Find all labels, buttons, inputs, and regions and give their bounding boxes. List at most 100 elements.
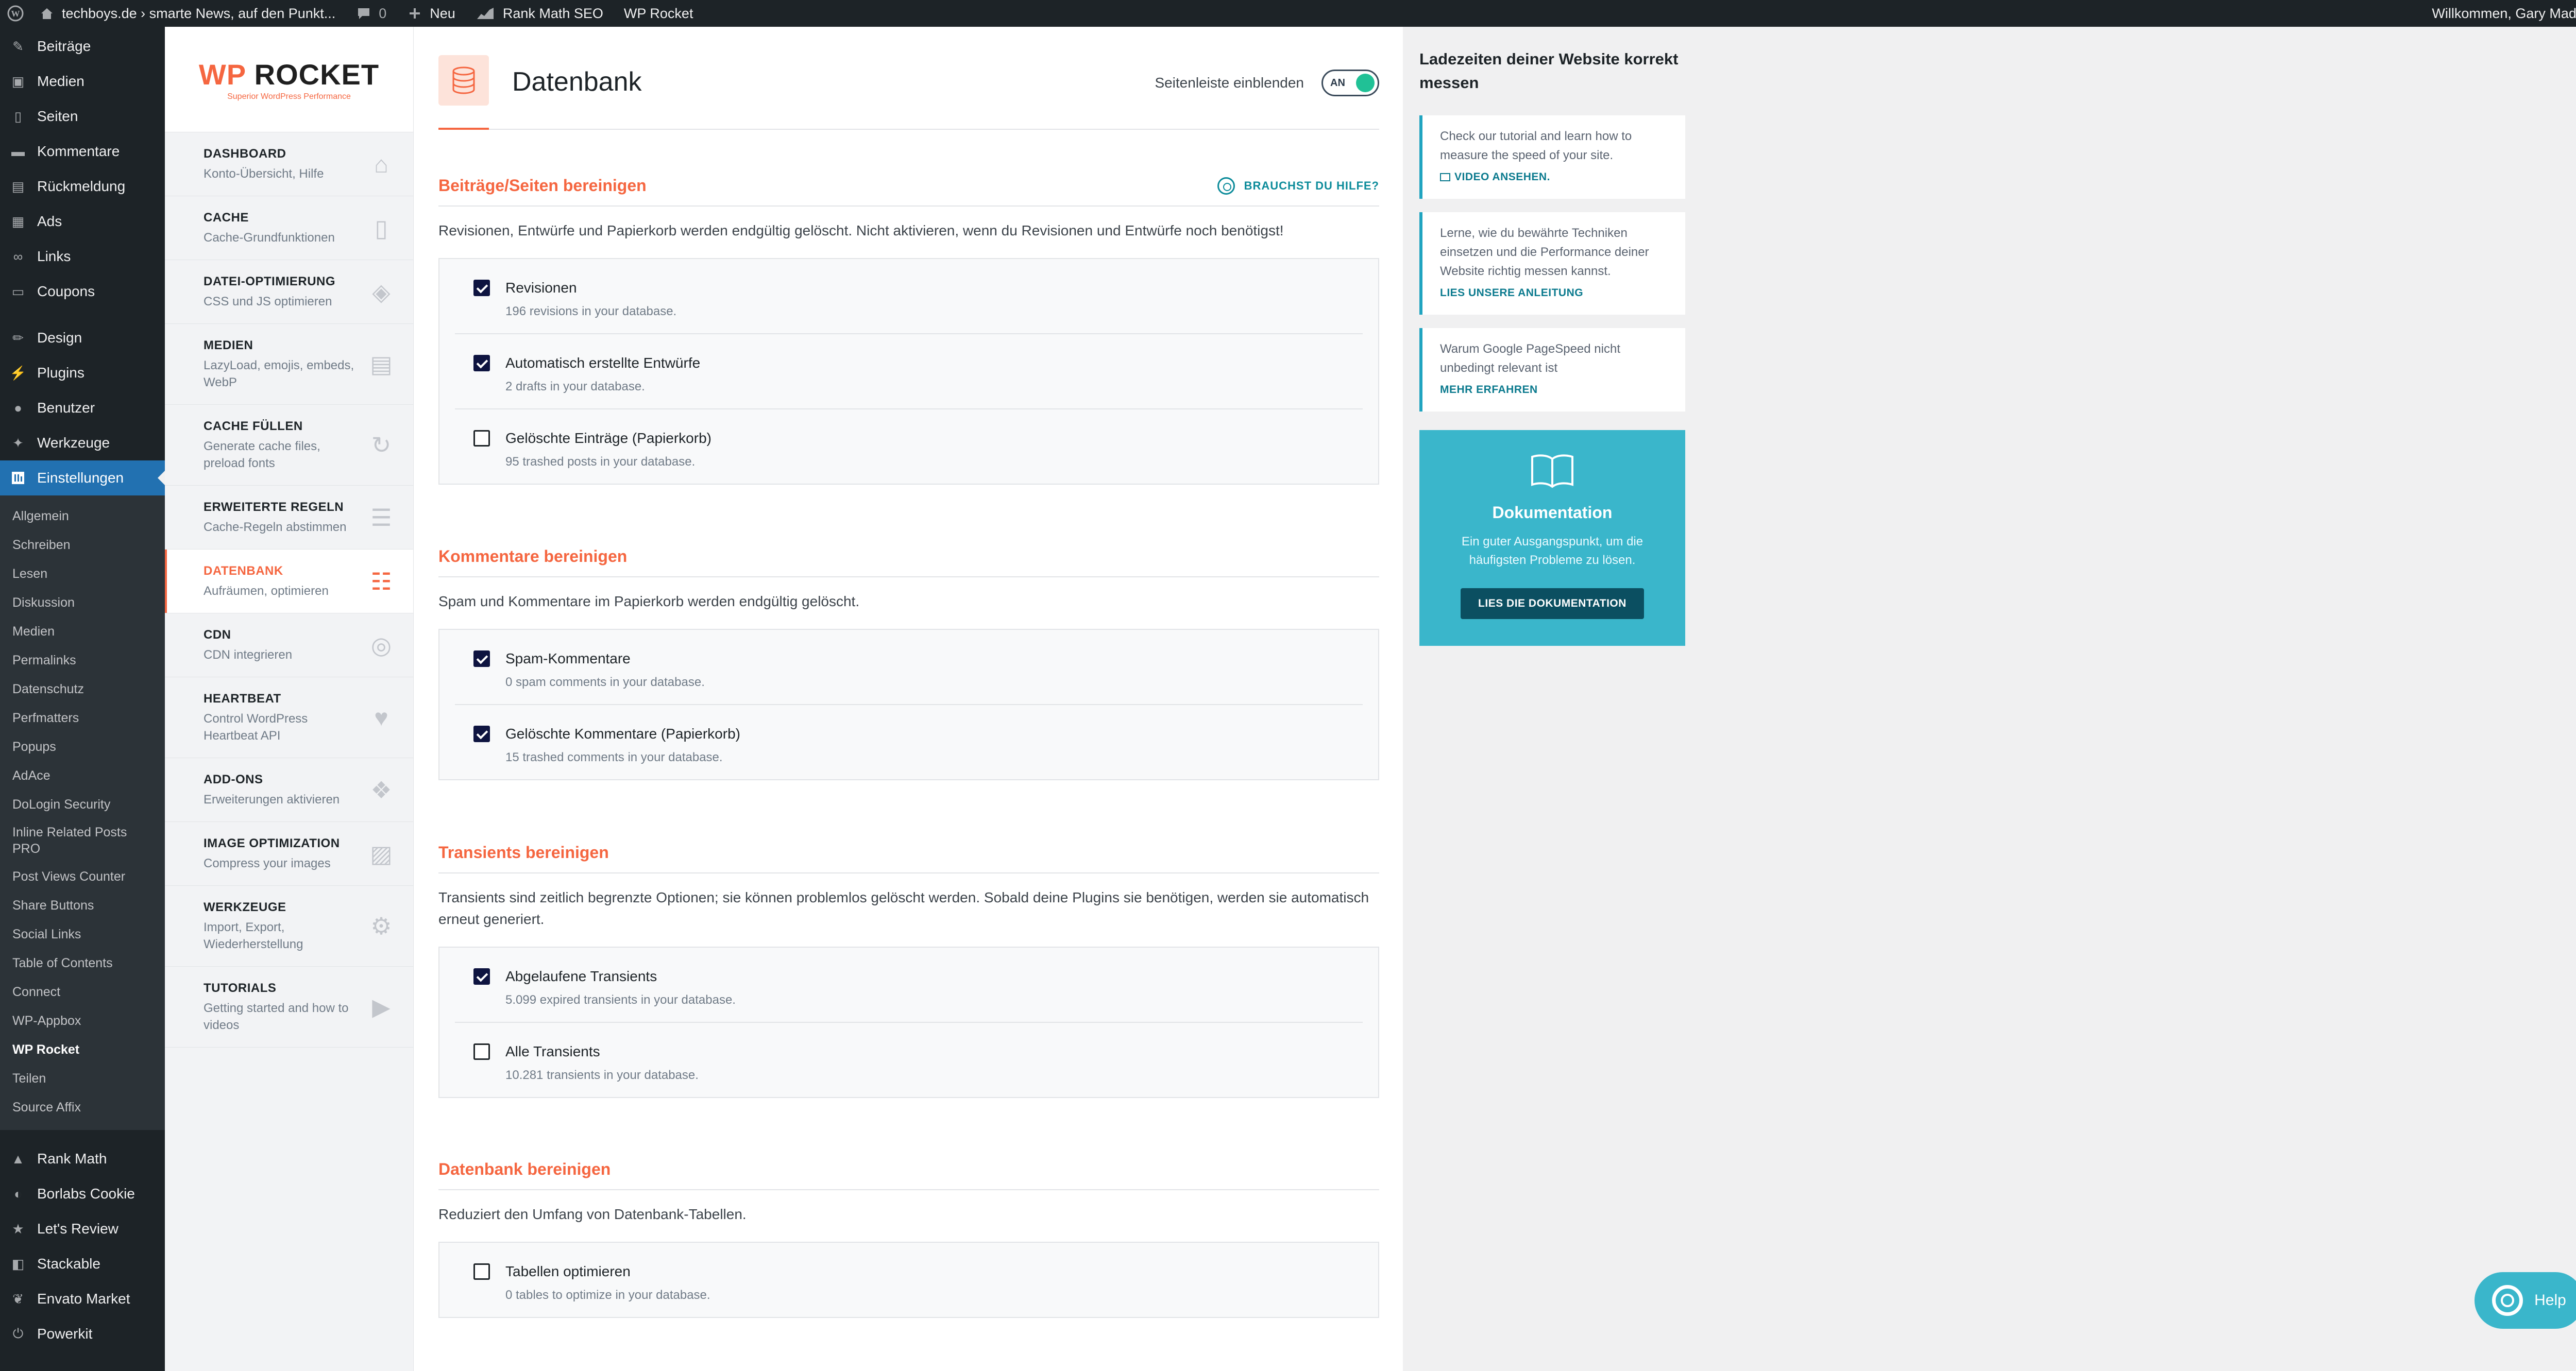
toggle-knob [1356, 74, 1375, 92]
option-count: 0 spam comments in your database. [505, 675, 705, 689]
submenu-item[interactable]: Perfmatters [0, 704, 165, 732]
option-checkbox[interactable] [473, 280, 490, 296]
submenu-item[interactable]: Lesen [0, 559, 165, 588]
menu-item-label: Medien [37, 73, 84, 89]
site-name-link[interactable]: techboys.de › smarte News, auf den Punkt… [39, 6, 335, 22]
option-label[interactable]: Tabellen optimieren [505, 1263, 1363, 1280]
section-datenbank-bereinigen: Datenbank bereinigen Reduziert den Umfang… [438, 1160, 1379, 1318]
rocket-nav-datenbank[interactable]: DATENBANK Aufräumen, optimieren ☷ [165, 550, 413, 613]
rocket-nav-dashboard[interactable]: DASHBOARD Konto-Übersicht, Hilfe ⌂ [165, 132, 413, 196]
submenu-item[interactable]: Teilen [0, 1064, 165, 1093]
option-label[interactable]: Abgelaufene Transients [505, 968, 1363, 985]
sidebar-toggle-label: Seitenleiste einblenden [1155, 75, 1304, 91]
rocket-nav-werkzeuge[interactable]: WERKZEUGE Import, Export, Wiederherstellu… [165, 886, 413, 967]
option-count: 196 revisions in your database. [505, 304, 677, 318]
menu-item-benutzer[interactable]: ● Benutzer [0, 390, 165, 425]
rocket-nav-medien[interactable]: MEDIEN LazyLoad, emojis, embeds, WebP ▤ [165, 324, 413, 405]
submenu-item[interactable]: AdAce [0, 761, 165, 790]
submenu-item[interactable]: Source Affix [0, 1093, 165, 1122]
option-checkbox[interactable] [473, 430, 490, 447]
wprocket-link[interactable]: WP Rocket [624, 6, 693, 22]
submenu-item[interactable]: Popups [0, 732, 165, 761]
new-content-link[interactable]: Neu [407, 6, 455, 22]
rocket-nav-heartbeat[interactable]: HEARTBEAT Control WordPress Heartbeat API… [165, 677, 413, 758]
submenu-item[interactable]: Datenschutz [0, 675, 165, 704]
option-checkbox[interactable] [473, 1043, 490, 1060]
menu-item-powerkit[interactable]: ⏻ Powerkit [0, 1316, 165, 1351]
menu-item-einstellungen[interactable]: Einstellungen [0, 460, 165, 495]
account-menu[interactable]: Willkommen, Gary Madeo [2432, 5, 2576, 22]
option-label[interactable]: Gelöschte Kommentare (Papierkorb) [505, 726, 1363, 742]
menu-item-envato-market[interactable]: ❦ Envato Market [0, 1281, 165, 1316]
menu-item-coupons[interactable]: ▭ Coupons [0, 274, 165, 309]
menu-item-design[interactable]: ✏ Design [0, 320, 165, 355]
docs-button[interactable]: LIES DIE DOKUMENTATION [1461, 588, 1644, 619]
submenu-item[interactable]: Allgemein [0, 502, 165, 530]
menu-item-werkzeuge[interactable]: ✦ Werkzeuge [0, 425, 165, 460]
option-label[interactable]: Gelöschte Einträge (Papierkorb) [505, 430, 1363, 447]
option-checkbox[interactable] [473, 1263, 490, 1280]
submenu-item[interactable]: Schreiben [0, 530, 165, 559]
nav-subtitle: Control WordPress Heartbeat API [204, 712, 308, 743]
option-label[interactable]: Spam-Kommentare [505, 650, 1363, 667]
submenu-item[interactable]: Connect [0, 978, 165, 1006]
menu-item-stackable[interactable]: ◧ Stackable [0, 1246, 165, 1281]
option-label[interactable]: Alle Transients [505, 1043, 1363, 1060]
option-label[interactable]: Automatisch erstellte Entwürfe [505, 355, 1363, 371]
submenu-item[interactable]: Table of Contents [0, 949, 165, 978]
menu-item-links[interactable]: ∞ Links [0, 239, 165, 274]
option-checkbox[interactable] [473, 650, 490, 667]
option-checkbox[interactable] [473, 355, 490, 371]
section-header: Beiträge/Seiten bereinigen BRAUCHST DU HI… [438, 176, 1379, 207]
rocket-nav-cache[interactable]: CACHE Cache-Grundfunktionen ▯ [165, 196, 413, 260]
menu-item-rank-math[interactable]: ▲ Rank Math [0, 1141, 165, 1176]
submenu-item[interactable]: Diskussion [0, 588, 165, 617]
menu-item-kommentare[interactable]: ▬ Kommentare [0, 134, 165, 169]
menu-item-label: Benutzer [37, 400, 95, 416]
menu-item-r-ckmeldung[interactable]: ▤ Rückmeldung [0, 169, 165, 204]
docs-description: Ein guter Ausgangspunkt, um die häufigst… [1461, 535, 1643, 567]
help-link[interactable]: BRAUCHST DU HILFE? [1217, 177, 1379, 195]
menu-item-ads[interactable]: ▦ Ads [0, 204, 165, 239]
menu-item-medien[interactable]: ▣ Medien [0, 64, 165, 99]
tip-link[interactable]: MEHR ERFAHREN [1440, 384, 1670, 396]
tip-link[interactable]: LIES UNSERE ANLEITUNG [1440, 287, 1670, 299]
rankmath-link[interactable]: Rank Math SEO [476, 6, 603, 22]
submenu-item[interactable]: WP Rocket [0, 1035, 165, 1064]
option-count: 2 drafts in your database. [505, 380, 645, 393]
submenu-item[interactable]: DoLogin Security [0, 790, 165, 819]
submenu-item[interactable]: Social Links [0, 920, 165, 949]
rocket-nav-datei-optimierung[interactable]: DATEI-OPTIMIERUNG CSS und JS optimieren ◈ [165, 260, 413, 324]
comments-link[interactable]: 0 [356, 6, 386, 22]
menu-item-beitr-ge[interactable]: ✎ Beiträge [0, 29, 165, 64]
menu-item-borlabs-cookie[interactable]: ◐ Borlabs Cookie [0, 1176, 165, 1211]
submenu-item[interactable]: Permalinks [0, 646, 165, 675]
rocket-nav-cache-f-llen[interactable]: CACHE FÜLLEN Generate cache files, preloa… [165, 405, 413, 486]
option-checkbox[interactable] [473, 726, 490, 742]
rocket-nav-add-ons[interactable]: ADD-ONS Erweiterungen aktivieren ❖ [165, 758, 413, 822]
tip-link[interactable]: VIDEO ANSEHEN. [1440, 171, 1670, 183]
option-checkbox[interactable] [473, 968, 490, 985]
option-label[interactable]: Revisionen [505, 280, 1363, 296]
submenu-item[interactable]: WP-Appbox [0, 1006, 165, 1035]
help-button[interactable]: Help [2475, 1272, 2576, 1329]
rocket-nav-image-optimization[interactable]: IMAGE OPTIMIZATION Compress your images ▨ [165, 822, 413, 886]
option-row: Alle Transients 10.281 transients in your… [455, 1023, 1363, 1097]
rocket-nav-tutorials[interactable]: TUTORIALS Getting started and how to vide… [165, 967, 413, 1048]
page-icon: ▯ [14, 108, 22, 124]
sidebar-toggle-switch[interactable]: AN [1321, 70, 1379, 96]
links-icon: ∞ [13, 248, 23, 264]
rocket-nav-cdn[interactable]: CDN CDN integrieren ◎ [165, 613, 413, 677]
submenu-item[interactable]: Medien [0, 617, 165, 646]
book-icon [1435, 453, 1670, 489]
list-icon: ☰ [370, 504, 392, 531]
wp-logo-button[interactable]: W [7, 5, 24, 22]
submenu-item[interactable]: Inline Related Posts PRO [0, 819, 165, 862]
option-count: 95 trashed posts in your database. [505, 455, 696, 469]
menu-item-let-s-review[interactable]: ★ Let's Review [0, 1211, 165, 1246]
submenu-item[interactable]: Share Buttons [0, 891, 165, 920]
submenu-item[interactable]: Post Views Counter [0, 862, 165, 891]
rocket-nav-erweiterte-regeln[interactable]: ERWEITERTE REGELN Cache-Regeln abstimmen ☰ [165, 486, 413, 550]
menu-item-plugins[interactable]: ⚡ Plugins [0, 355, 165, 390]
menu-item-seiten[interactable]: ▯ Seiten [0, 99, 165, 134]
